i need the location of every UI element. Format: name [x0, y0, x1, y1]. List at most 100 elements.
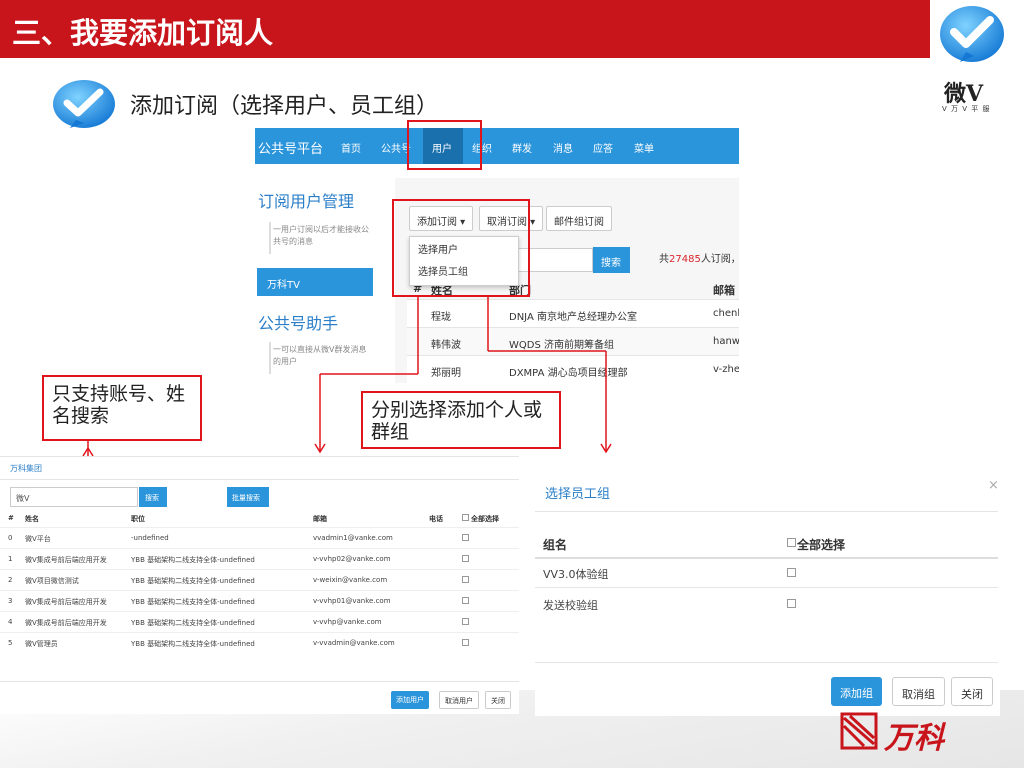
cell-email: v-zhe	[713, 364, 739, 375]
cell-name: 韩伟波	[431, 340, 461, 351]
group-name: 发送校验组	[543, 599, 598, 612]
column-header-select-all: 全部选择	[471, 515, 499, 523]
divider	[535, 662, 998, 663]
callout-select-individual-or-group: 分别选择添加个人或群组	[361, 391, 561, 449]
sidebar-divider	[269, 342, 271, 374]
cell-dept: DXMPA 湖心岛项目经理部	[509, 368, 628, 379]
divider	[0, 479, 519, 480]
row-checkbox[interactable]	[462, 618, 469, 625]
search-button[interactable]: 搜索	[139, 487, 167, 507]
divider	[535, 511, 998, 512]
sidebar-desc-assistant: 一可以直接从微V群发消息的用户	[273, 345, 367, 366]
slide-title: 三、我要添加订阅人	[12, 16, 274, 50]
nav-item-replies[interactable]: 应答	[593, 140, 613, 155]
select-group-screenshot: 选择员工组 × 组名 全部选择 VV3.0体验组 发送校验组 添加组 取消组 关…	[535, 466, 1000, 716]
divider	[535, 557, 998, 559]
group-checkbox[interactable]	[787, 568, 796, 577]
cell-index: 4	[8, 618, 13, 626]
column-header-select-all: 全部选择	[797, 538, 846, 552]
nav-item-menu[interactable]: 菜单	[634, 140, 654, 155]
weiv-logo-subtext: V 万 V 平 服	[942, 105, 991, 113]
mail-group-subscription-button[interactable]: 邮件组订阅	[546, 206, 612, 231]
cell-name: 微V集成号前后端应用开发	[25, 556, 107, 564]
cell-title: YBB 基础架构二线支持全体-undefined	[131, 640, 255, 648]
vanke-brand-name: 万科	[884, 721, 944, 756]
row-checkbox[interactable]	[462, 534, 469, 541]
divider	[535, 587, 998, 588]
cell-index: 3	[8, 597, 13, 605]
batch-search-button[interactable]: 批量搜索	[227, 487, 269, 507]
group-name: VV3.0体验组	[543, 568, 609, 581]
cell-name: 程珑	[431, 312, 451, 323]
add-user-button[interactable]: 添加用户	[391, 691, 429, 709]
org-breadcrumb[interactable]: 万科集团	[10, 463, 42, 474]
close-button[interactable]: 关闭	[485, 691, 511, 709]
cell-title: YBB 基础架构二线支持全体-undefined	[131, 577, 255, 585]
sidebar-item-vanke-tv[interactable]: 万科TV	[257, 268, 373, 296]
cell-title: -undefined	[131, 534, 169, 542]
row-checkbox[interactable]	[462, 639, 469, 646]
select-user-screenshot: 万科集团 微V 搜索 批量搜索 # 姓名 职位 邮箱 电话 全部选择 0 微V平…	[0, 456, 519, 714]
callout-search-only: 只支持账号、姓名搜索	[42, 375, 202, 441]
table-row[interactable]	[0, 632, 519, 653]
highlight-add-dropdown	[392, 199, 530, 297]
column-header-email: 邮箱	[713, 284, 735, 297]
sidebar: 订阅用户管理 一用户订阅以后才能接收公共号的消息 万科TV 公共号助手 一可以直…	[255, 164, 395, 383]
cell-name: 微V集成号前后端应用开发	[25, 598, 107, 606]
cell-email: v-vvhp@vanke.com	[313, 618, 382, 626]
subscriber-count: 共27485人订阅，有	[659, 250, 739, 265]
checkmark-bubble-icon	[53, 80, 115, 128]
cancel-group-button[interactable]: 取消组	[892, 677, 945, 706]
cell-title: YBB 基础架构二线支持全体-undefined	[131, 619, 255, 627]
add-group-button[interactable]: 添加组	[831, 677, 882, 706]
cell-index: 1	[8, 555, 13, 563]
cell-email: v-vvhp02@vanke.com	[313, 555, 391, 563]
column-header-index: #	[8, 514, 14, 522]
group-checkbox[interactable]	[787, 599, 796, 608]
close-icon[interactable]: ×	[988, 478, 999, 493]
weiv-badge-icon	[940, 6, 1004, 62]
cell-name: 微V集成号前后端应用开发	[25, 619, 107, 627]
sidebar-heading-assistant: 公共号助手	[258, 314, 339, 333]
column-header-name: 姓名	[25, 515, 39, 523]
dialog-title: 选择员工组	[545, 487, 611, 502]
count-value: 27485	[669, 254, 701, 265]
cell-email: v-vvadmin@vanke.com	[313, 639, 395, 647]
cell-email: v-weixin@vanke.com	[313, 576, 388, 584]
cell-index: 5	[8, 639, 13, 647]
highlight-users-tab	[407, 120, 482, 170]
select-all-checkbox[interactable]	[787, 538, 796, 547]
cell-index: 2	[8, 576, 13, 584]
column-header-phone: 电话	[429, 515, 443, 523]
row-checkbox[interactable]	[462, 597, 469, 604]
cell-email: chenl	[713, 308, 739, 319]
title-bar: 三、我要添加订阅人	[0, 0, 930, 58]
count-prefix: 共	[659, 254, 669, 265]
row-checkbox[interactable]	[462, 576, 469, 583]
nav-brand: 公共号平台	[258, 142, 324, 157]
cell-name: 微V管理员	[25, 640, 58, 648]
cell-email: hanwb	[713, 336, 739, 347]
cell-name: 微V项目微信测试	[25, 577, 79, 585]
column-header-title: 职位	[131, 515, 145, 523]
top-nav: 公共号平台 首页 公共号 用户 组织 群发 消息 应答 菜单	[255, 128, 739, 164]
search-button[interactable]: 搜索	[593, 247, 630, 273]
cell-email: v-vvhp01@vanke.com	[313, 597, 391, 605]
sidebar-desc-subscribers: 一用户订阅以后才能接收公共号的消息	[273, 225, 369, 246]
nav-item-home[interactable]: 首页	[341, 140, 361, 155]
sidebar-divider	[269, 222, 271, 254]
search-input[interactable]: 微V	[10, 487, 138, 507]
cell-email: vvadmin1@vanke.com	[313, 534, 393, 542]
divider	[0, 681, 519, 682]
cancel-user-button[interactable]: 取消用户	[439, 691, 479, 709]
cell-name: 微V平台	[25, 535, 51, 543]
close-button[interactable]: 关闭	[951, 677, 993, 706]
table-row[interactable]	[0, 527, 519, 548]
row-checkbox[interactable]	[462, 555, 469, 562]
cell-dept: WQDS 济南前期筹备组	[509, 340, 614, 351]
select-all-checkbox[interactable]	[462, 514, 469, 521]
column-header-group: 组名	[543, 538, 568, 552]
nav-item-messages[interactable]: 消息	[553, 140, 573, 155]
weiv-logo: 微V V 万 V 平 服	[934, 4, 1012, 114]
nav-item-broadcast[interactable]: 群发	[512, 140, 532, 155]
